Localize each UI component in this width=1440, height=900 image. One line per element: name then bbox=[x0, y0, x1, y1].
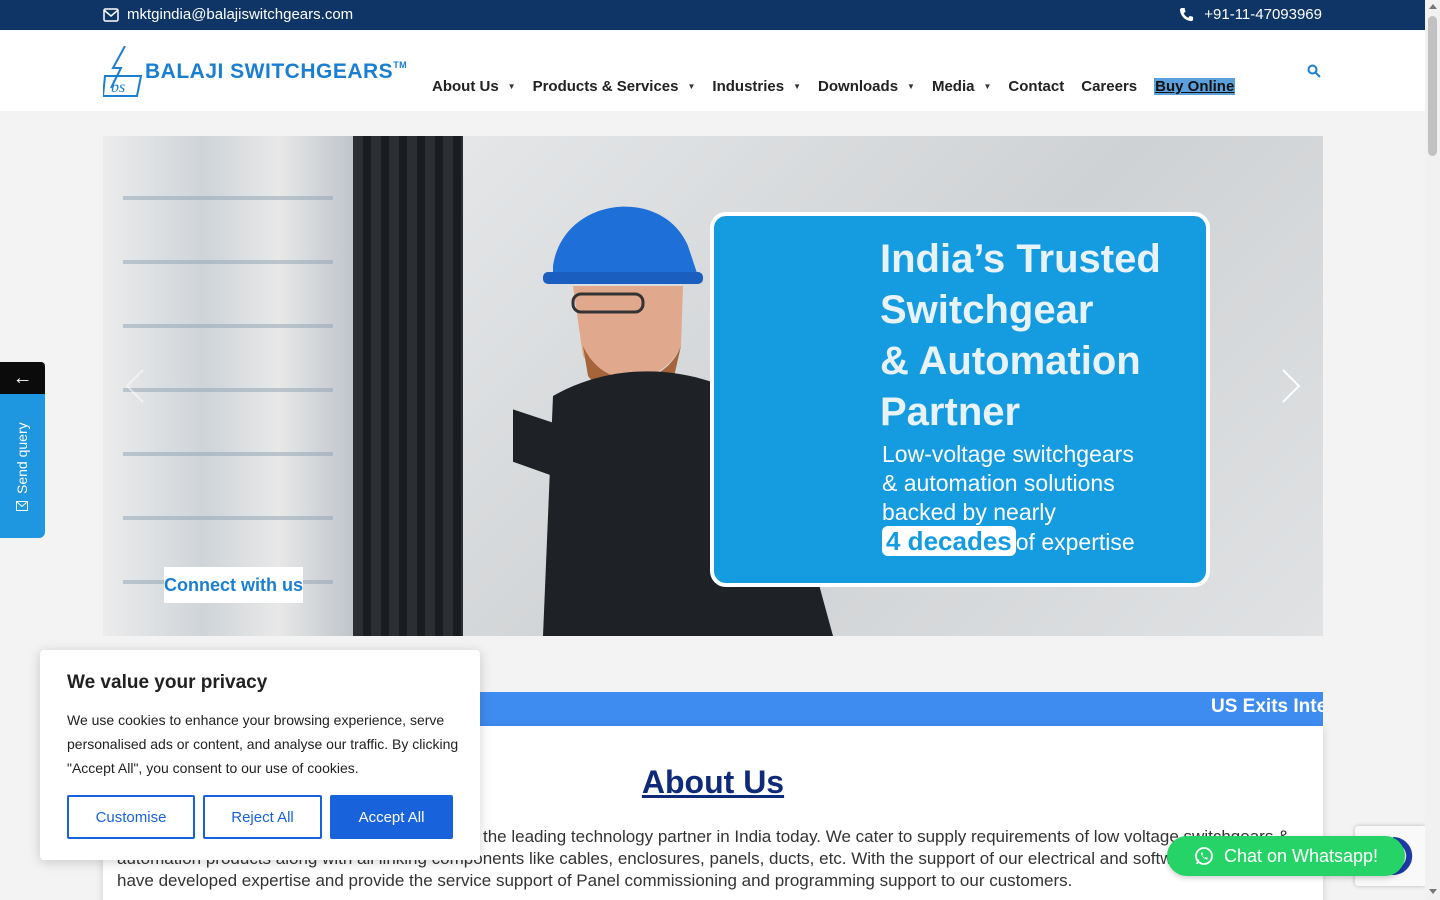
ticker-text: US Exits Inter bbox=[1211, 696, 1323, 717]
nav-label: About Us bbox=[432, 78, 499, 95]
envelope-icon bbox=[103, 7, 119, 22]
hero-sub-line: & automation solutions bbox=[882, 470, 1115, 496]
email-link[interactable]: mktgindia@balajiswitchgears.com bbox=[103, 6, 353, 23]
hero-headline-line: Partner bbox=[880, 390, 1021, 434]
slider-prev-arrow-icon[interactable] bbox=[125, 368, 145, 404]
nav-label: Industries bbox=[712, 78, 785, 95]
hero-promo-card: India’s Trusted Switchgear & Automation … bbox=[710, 212, 1210, 587]
hero-headline-line: & Automation bbox=[880, 339, 1141, 383]
logo-wordmark: BALAJI SWITCHGEARSTM bbox=[145, 60, 408, 83]
hero-headline-line: Switchgear bbox=[880, 288, 1094, 332]
hero-sub-line: backed by nearly bbox=[882, 499, 1056, 525]
hero-sub-line: Low-voltage switchgears bbox=[882, 441, 1134, 467]
caret-down-icon: ▼ bbox=[983, 82, 992, 91]
phone-text: +91-11-47093969 bbox=[1204, 6, 1322, 23]
send-query-label: Send query bbox=[14, 422, 30, 494]
logo-mark-icon: bs bbox=[103, 46, 143, 97]
nav-item-about-us[interactable]: About Us ▼ bbox=[432, 78, 516, 95]
brand-logo[interactable]: bs BALAJI SWITCHGEARSTM bbox=[103, 46, 407, 98]
reject-all-button[interactable]: Reject All bbox=[203, 795, 322, 839]
scroll-up-arrow-icon[interactable] bbox=[1429, 4, 1437, 9]
scrollbar-thumb[interactable] bbox=[1428, 16, 1437, 156]
customise-button[interactable]: Customise bbox=[67, 795, 195, 839]
arrow-left-icon: ← bbox=[12, 366, 33, 389]
whatsapp-label: Chat on Whatsapp! bbox=[1223, 845, 1379, 866]
cookie-title: We value your privacy bbox=[67, 672, 268, 693]
scroll-down-arrow-icon[interactable] bbox=[1429, 889, 1437, 894]
nav-item-media[interactable]: Media ▼ bbox=[932, 78, 991, 95]
hero-image-breaker-rows bbox=[123, 136, 333, 636]
hero-sub-line: 4 decades of expertise bbox=[882, 526, 1202, 557]
nav-item-products-services[interactable]: Products & Services ▼ bbox=[533, 78, 696, 95]
nav-item-downloads[interactable]: Downloads ▼ bbox=[818, 78, 915, 95]
hero-headline: India’s Trusted Switchgear & Automation … bbox=[880, 234, 1200, 438]
hero-slider: India’s Trusted Switchgear & Automation … bbox=[103, 136, 1323, 636]
about-line: have developed expertise and provide the… bbox=[117, 871, 1073, 890]
hero-headline-line: India’s Trusted bbox=[880, 237, 1161, 281]
connect-with-us-button[interactable]: Connect with us bbox=[164, 567, 303, 603]
nav-label: Contact bbox=[1008, 78, 1065, 95]
main-navigation: About Us ▼ Products & Services ▼ Industrie… bbox=[432, 78, 1252, 95]
nav-item-contact[interactable]: Contact bbox=[1008, 78, 1064, 95]
send-query-tab[interactable]: Send query bbox=[0, 394, 45, 538]
hero-sub-tail: of expertise bbox=[1015, 529, 1135, 555]
top-contact-bar: mktgindia@balajiswitchgears.com +91-11-4… bbox=[0, 0, 1425, 30]
caret-down-icon: ▼ bbox=[507, 82, 516, 91]
nav-label: Products & Services bbox=[532, 78, 679, 95]
caret-down-icon: ▼ bbox=[907, 82, 915, 91]
accept-all-button[interactable]: Accept All bbox=[330, 795, 453, 839]
hero-subheadline: Low-voltage switchgears & automation sol… bbox=[882, 440, 1202, 557]
phone-link[interactable]: +91-11-47093969 bbox=[1179, 6, 1322, 23]
nav-label: Buy Online bbox=[1155, 78, 1235, 95]
cookie-consent-banner: We value your privacy We use cookies to … bbox=[40, 650, 480, 860]
site-header: bs BALAJI SWITCHGEARSTM About Us ▼ Produc… bbox=[0, 30, 1425, 111]
page-scrollbar[interactable] bbox=[1425, 0, 1440, 900]
search-button[interactable] bbox=[1307, 64, 1321, 83]
nav-item-buy-online[interactable]: Buy Online bbox=[1154, 78, 1236, 95]
decades-highlight: 4 decades bbox=[882, 526, 1016, 556]
phone-icon bbox=[1180, 7, 1194, 22]
side-panel-toggle[interactable]: ← bbox=[0, 362, 45, 394]
search-icon bbox=[1307, 64, 1321, 78]
nav-label: Downloads bbox=[818, 78, 899, 95]
cookie-body: We use cookies to enhance your browsing … bbox=[67, 712, 459, 776]
slider-next-arrow-icon[interactable] bbox=[1281, 368, 1301, 404]
nav-label: Careers bbox=[1081, 78, 1138, 95]
envelope-icon bbox=[16, 501, 28, 511]
caret-down-icon: ▼ bbox=[793, 82, 802, 91]
email-text: mktgindia@balajiswitchgears.com bbox=[127, 6, 354, 23]
logo-mark-text: bs bbox=[111, 79, 125, 96]
caret-down-icon: ▼ bbox=[687, 82, 696, 91]
send-query-label-wrap: Send query bbox=[14, 422, 30, 512]
whatsapp-icon bbox=[1195, 847, 1213, 865]
whatsapp-chat-button[interactable]: Chat on Whatsapp! bbox=[1167, 836, 1405, 876]
nav-item-careers[interactable]: Careers bbox=[1081, 78, 1137, 95]
nav-item-industries[interactable]: Industries ▼ bbox=[712, 78, 801, 95]
nav-label: Media bbox=[931, 78, 975, 95]
hero-image-cable-conduit bbox=[353, 136, 463, 636]
